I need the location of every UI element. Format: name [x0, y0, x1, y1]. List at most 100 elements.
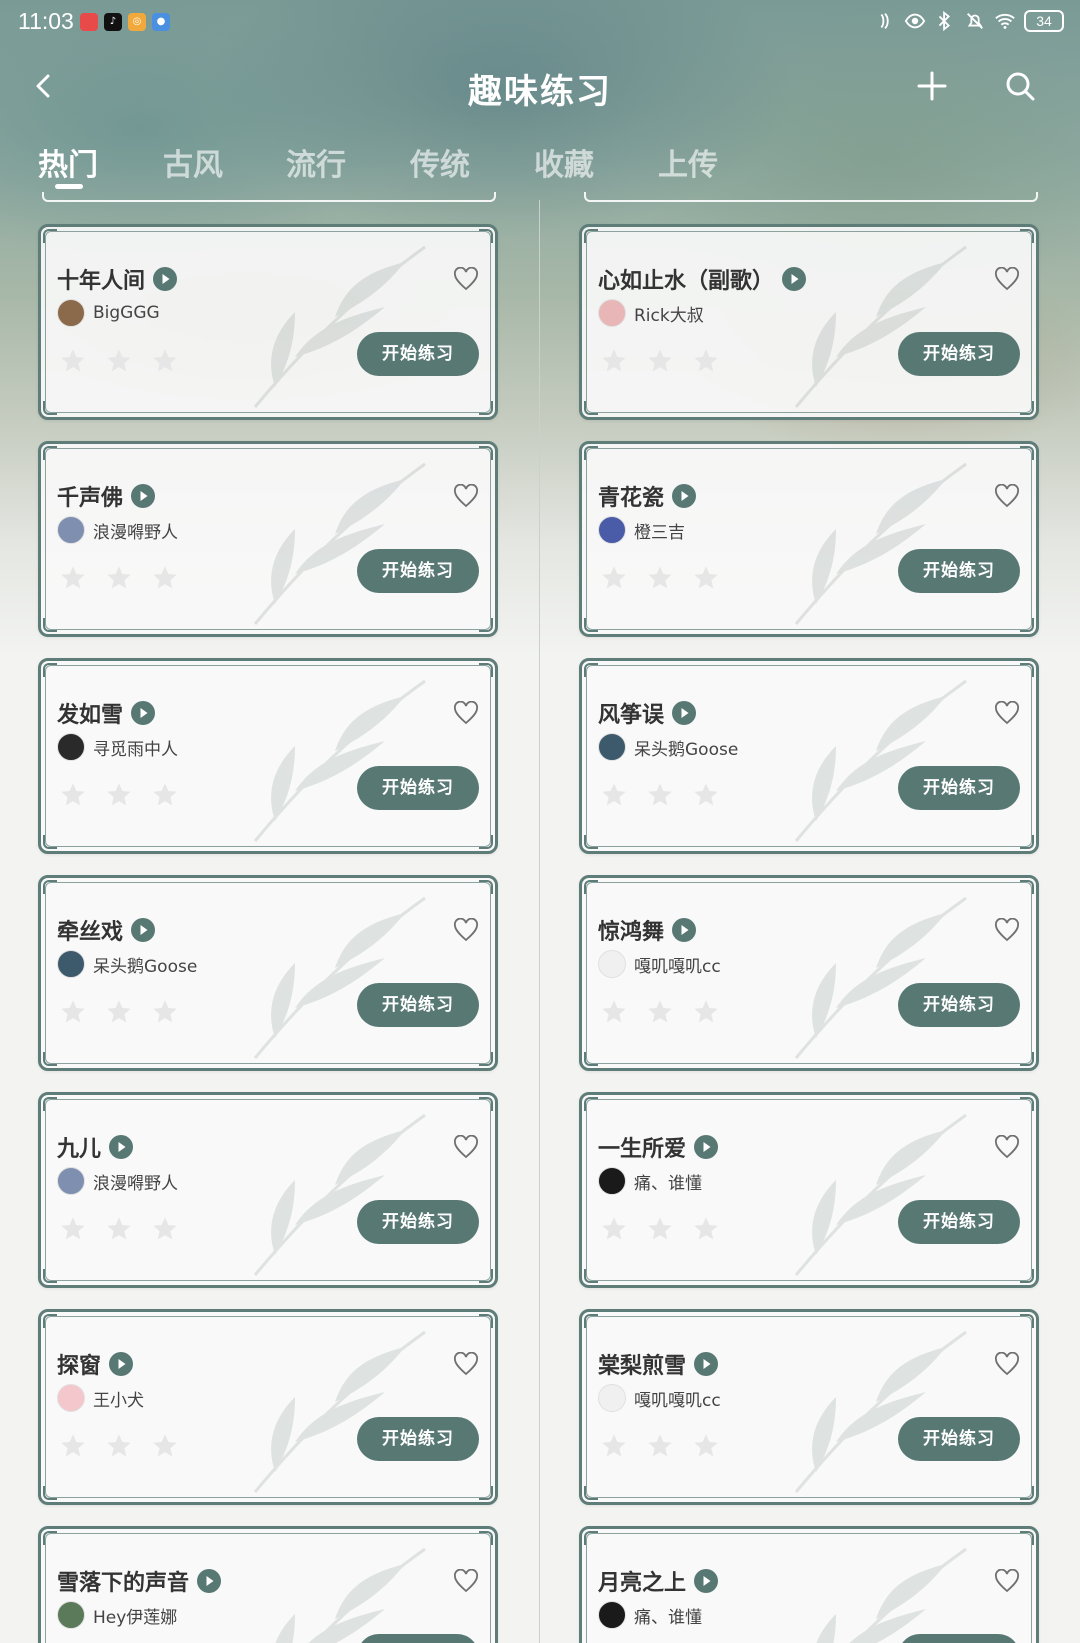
- song-card[interactable]: 惊鸿舞 嘎叽嘎叽cc 开始练习: [579, 875, 1039, 1071]
- heart-icon[interactable]: [994, 1352, 1020, 1376]
- heart-icon[interactable]: [994, 701, 1020, 725]
- star-icon: [602, 1000, 626, 1023]
- song-title: 风筝误: [598, 703, 665, 728]
- song-card[interactable]: 千声佛 浪漫嘚野人 开始练习: [38, 441, 498, 637]
- start-practice-button[interactable]: 开始练习: [898, 983, 1020, 1027]
- song-card[interactable]: 风筝误 呆头鹅Goose 开始练习: [579, 658, 1039, 854]
- frame-corner: [1020, 1486, 1034, 1500]
- frame-corner: [479, 401, 493, 415]
- song-card[interactable]: 棠梨煎雪 嘎叽嘎叽cc 开始练习: [579, 1309, 1039, 1505]
- star-icon: [107, 783, 131, 806]
- play-icon[interactable]: [153, 267, 178, 291]
- song-card[interactable]: 一生所爱 痛、谁懂 开始练习: [579, 1092, 1039, 1288]
- play-icon[interactable]: [197, 1569, 222, 1593]
- heart-icon[interactable]: [994, 918, 1020, 942]
- bamboo-leaf-decoration: [794, 679, 967, 842]
- play-icon[interactable]: [694, 1135, 719, 1159]
- start-practice-button[interactable]: 开始练习: [357, 332, 479, 376]
- frame-corner: [479, 1269, 493, 1283]
- song-card[interactable]: 探窗 王小犬 开始练习: [38, 1309, 498, 1505]
- page: 11:03 ♪ ◎ ● 34 趣味练习 热门 古风 流行 传统 收藏 上传 十年…: [0, 0, 1080, 1643]
- heart-icon[interactable]: [453, 1569, 479, 1593]
- frame-corner: [1020, 446, 1034, 460]
- play-icon[interactable]: [131, 484, 156, 508]
- frame-corner: [479, 446, 493, 460]
- start-practice-button[interactable]: 开始练习: [898, 766, 1020, 810]
- song-card[interactable]: 雪落下的声音 Hey伊莲娜开始练习: [38, 1526, 498, 1643]
- heart-icon[interactable]: [994, 1135, 1020, 1159]
- heart-icon[interactable]: [994, 267, 1020, 291]
- play-icon[interactable]: [109, 1135, 134, 1159]
- author-name: BigGGG: [93, 303, 160, 323]
- bamboo-leaf-decoration: [253, 896, 426, 1059]
- play-icon[interactable]: [672, 701, 697, 725]
- star-rating: [600, 781, 720, 809]
- frame-corner: [584, 1531, 598, 1545]
- star-icon: [648, 1217, 672, 1240]
- frame-corner: [479, 1314, 493, 1328]
- start-practice-button[interactable]: 开始练习: [898, 1634, 1020, 1643]
- frame-corner: [479, 229, 493, 243]
- heart-icon[interactable]: [453, 484, 479, 508]
- song-card[interactable]: 青花瓷 橙三吉 开始练习: [579, 441, 1039, 637]
- star-icon: [694, 1000, 718, 1023]
- heart-icon[interactable]: [453, 701, 479, 725]
- start-practice-button[interactable]: 开始练习: [898, 1200, 1020, 1244]
- play-icon[interactable]: [672, 918, 697, 942]
- song-card[interactable]: 十年人间 BigGGG 开始练习: [38, 224, 498, 420]
- start-practice-button[interactable]: 开始练习: [357, 766, 479, 810]
- song-card[interactable]: 发如雪 寻觅雨中人 开始练习: [38, 658, 498, 854]
- avatar: [57, 1384, 85, 1412]
- avatar: [598, 950, 626, 978]
- start-practice-button[interactable]: 开始练习: [357, 1200, 479, 1244]
- author-name: 嘎叽嘎叽cc: [634, 1390, 721, 1411]
- song-title-row: 牵丝戏: [57, 914, 156, 946]
- song-card[interactable]: 心如止水（副歌） Rick大叔 开始练习: [579, 224, 1039, 420]
- start-practice-button[interactable]: 开始练习: [898, 549, 1020, 593]
- star-icon: [648, 1000, 672, 1023]
- play-icon[interactable]: [694, 1352, 719, 1376]
- start-practice-button[interactable]: 开始练习: [898, 332, 1020, 376]
- play-icon[interactable]: [109, 1352, 134, 1376]
- author-row: Hey伊莲娜: [57, 1601, 177, 1629]
- avatar: [598, 1384, 626, 1412]
- heart-icon[interactable]: [453, 918, 479, 942]
- song-card-grid: 十年人间 BigGGG 开始练习 心如止水（副歌） Rick大叔 开始练习 千声佛 浪漫嘚野人…: [0, 0, 1080, 1643]
- heart-icon[interactable]: [994, 1569, 1020, 1593]
- heart-icon[interactable]: [994, 484, 1020, 508]
- avatar: [57, 1167, 85, 1195]
- star-icon: [107, 1000, 131, 1023]
- bamboo-leaf-decoration: [275, 1547, 426, 1643]
- bamboo-leaf-decoration: [253, 462, 426, 625]
- avatar: [57, 299, 85, 327]
- play-icon[interactable]: [672, 484, 697, 508]
- play-icon[interactable]: [694, 1569, 719, 1593]
- star-rating: [59, 347, 179, 375]
- start-practice-button[interactable]: 开始练习: [898, 1417, 1020, 1461]
- song-card[interactable]: 月亮之上痛、谁懂开始练习: [579, 1526, 1039, 1643]
- song-card[interactable]: 九儿 浪漫嘚野人 开始练习: [38, 1092, 498, 1288]
- star-icon: [694, 1434, 718, 1457]
- play-icon[interactable]: [131, 918, 156, 942]
- frame-corner: [479, 1531, 493, 1545]
- start-practice-button[interactable]: 开始练习: [357, 1634, 479, 1643]
- frame-corner: [1020, 663, 1034, 677]
- start-practice-button[interactable]: 开始练习: [357, 1417, 479, 1461]
- heart-icon[interactable]: [453, 1135, 479, 1159]
- start-practice-button[interactable]: 开始练习: [357, 983, 479, 1027]
- heart-icon[interactable]: [453, 267, 479, 291]
- star-rating: [600, 347, 720, 375]
- frame-corner: [479, 618, 493, 632]
- song-card[interactable]: 牵丝戏呆头鹅Goose 开始练习: [38, 875, 498, 1071]
- heart-icon[interactable]: [453, 1352, 479, 1376]
- author-row: 痛、谁懂: [598, 1167, 702, 1195]
- play-icon[interactable]: [782, 267, 807, 291]
- star-icon: [61, 1434, 85, 1457]
- start-practice-button[interactable]: 开始练习: [357, 549, 479, 593]
- author-row: 呆头鹅Goose: [57, 950, 197, 978]
- avatar: [598, 1167, 626, 1195]
- star-icon: [694, 349, 718, 372]
- author-name: Hey伊莲娜: [93, 1607, 178, 1628]
- author-name: 呆头鹅Goose: [93, 956, 198, 977]
- play-icon[interactable]: [131, 701, 156, 725]
